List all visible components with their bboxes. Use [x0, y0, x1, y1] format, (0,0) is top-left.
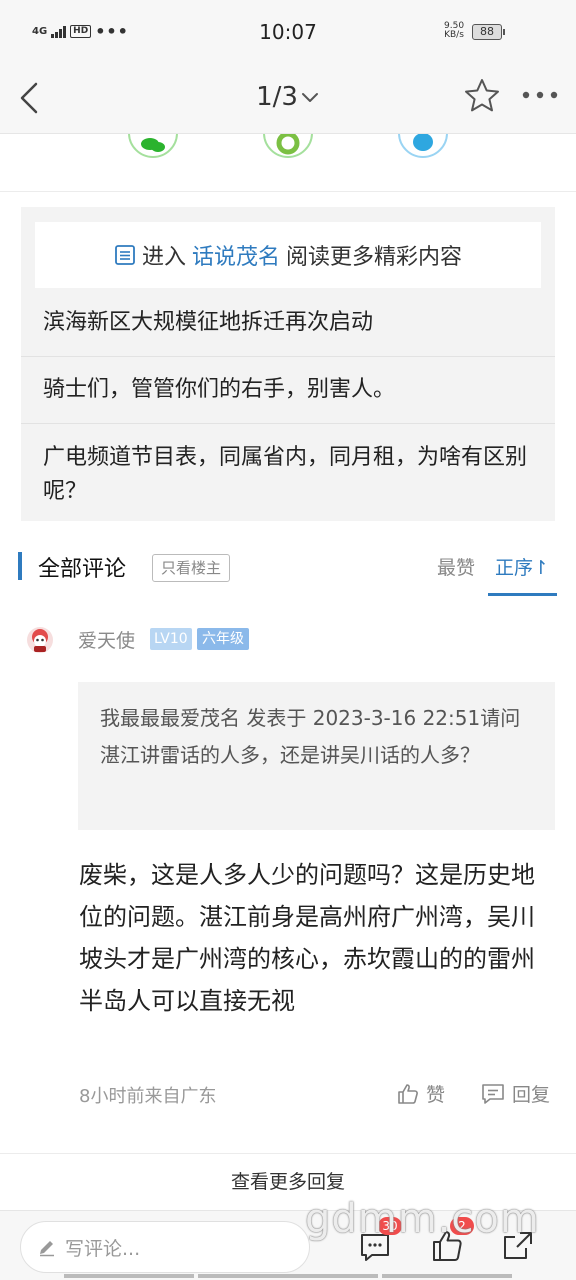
qq-icon	[413, 134, 433, 151]
more-horizontal-icon	[522, 91, 558, 99]
related-posts: 进入 话说茂名 阅读更多精彩内容 滨海新区大规模征地拆迁再次启动 骑士们，管管你…	[21, 207, 555, 521]
status-bar: 4G HD ••• 10:07 9.50 KB/s 88	[0, 0, 576, 64]
grade-badge: 六年级	[197, 628, 249, 650]
comments-header: 全部评论 只看楼主 最赞 正序↾	[0, 545, 576, 597]
like-button[interactable]: 赞	[396, 1080, 445, 1107]
comment-meta: 8小时前来自广东	[79, 1086, 217, 1107]
page-indicator: 1/3	[256, 82, 298, 112]
moments-icon	[276, 134, 300, 155]
comment-placeholder: 写评论...	[65, 1237, 141, 1260]
comment-text: 废柴，这是人多人少的问题吗？这是历史地位的问题。湛江前身是高州府广州湾，吴川坡头…	[79, 861, 535, 1015]
comment-input[interactable]: 写评论...	[20, 1221, 310, 1273]
watermark: gdmm.com	[305, 1196, 540, 1242]
share-moments-button[interactable]	[263, 134, 313, 158]
wechat-icon	[141, 138, 165, 152]
gesture-bar	[64, 1274, 194, 1278]
enter-prefix: 进入	[141, 245, 186, 270]
thumbs-up-icon	[398, 1083, 418, 1104]
forum-link[interactable]: 话说茂名	[192, 239, 280, 271]
reply-label: 回复	[512, 1084, 551, 1106]
section-accent-bar	[18, 552, 22, 580]
nav-bar: 1/3	[0, 64, 576, 134]
related-post-item[interactable]: 广电频道节目表，同属省内，同月租，为啥有区别呢？	[43, 441, 533, 509]
network-speed: 9.50 KB/s	[444, 22, 464, 40]
gesture-bar	[198, 1274, 378, 1278]
reply-bubble-icon	[482, 1083, 504, 1104]
active-tab-indicator	[488, 593, 557, 596]
divider	[21, 356, 555, 357]
star-outline-icon	[465, 79, 499, 112]
share-qq-button[interactable]	[398, 134, 448, 158]
all-comments-title: 全部评论	[38, 557, 127, 582]
list-icon	[115, 245, 135, 265]
quoted-post: 我最最最爱茂名 发表于 2023-3-16 22:51请问湛江讲雷话的人多，还是…	[78, 682, 555, 830]
speed-unit: KB/s	[444, 30, 464, 40]
pencil-icon	[40, 1241, 54, 1257]
username[interactable]: 爱天使	[78, 626, 135, 653]
owner-only-button[interactable]: 只看楼主	[152, 554, 231, 582]
share-row	[0, 134, 576, 192]
sort-asc-tab[interactable]: 正序↾	[495, 553, 549, 580]
avatar-icon	[27, 627, 53, 653]
reply-button[interactable]: 回复	[480, 1080, 550, 1107]
level-badge: LV10	[150, 628, 192, 650]
divider	[21, 423, 555, 424]
share-wechat-button[interactable]	[128, 134, 178, 158]
chevron-down-icon	[301, 92, 318, 102]
avatar[interactable]	[26, 626, 54, 654]
battery-icon: 88	[472, 24, 505, 40]
related-post-item[interactable]: 骑士们，管管你们的右手，别害人。	[43, 373, 533, 407]
sort-hot-tab[interactable]: 最赞	[437, 553, 475, 580]
like-label: 赞	[426, 1084, 446, 1106]
more-button[interactable]	[518, 80, 562, 110]
enter-forum-banner[interactable]: 进入 话说茂名 阅读更多精彩内容	[35, 222, 541, 288]
related-post-item[interactable]: 滨海新区大规模征地拆迁再次启动	[43, 306, 533, 340]
enter-suffix: 阅读更多精彩内容	[286, 245, 463, 270]
gesture-bar	[382, 1274, 512, 1278]
favorite-button[interactable]	[462, 76, 502, 116]
